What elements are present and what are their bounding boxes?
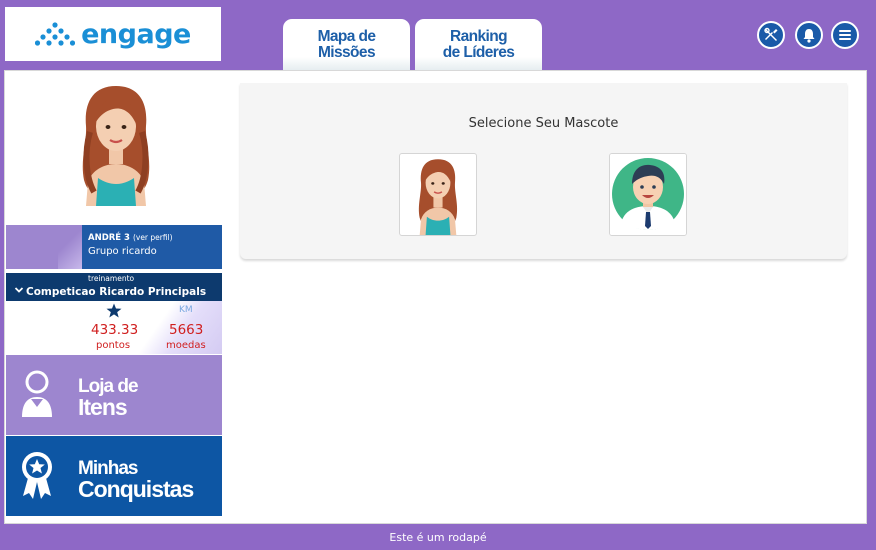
profile-name-line[interactable]: ANDRÉ 3 (ver perfil) [88, 233, 173, 243]
item-shop-button[interactable]: Loja de Itens [6, 355, 222, 435]
award-ribbon-icon [22, 452, 52, 499]
item-shop-label-2: Itens [78, 394, 128, 420]
competition-title: Competicao Ricardo Principals [26, 286, 207, 298]
profile-name: ANDRÉ 3 [88, 233, 130, 243]
male-mascot-option[interactable] [609, 153, 687, 236]
tab-leader-ranking-label: Ranking de Líderes [442, 28, 515, 61]
footer-text: Este é um rodapé [389, 531, 487, 544]
star-icon [106, 303, 122, 318]
tools-icon [764, 27, 778, 41]
notifications-button[interactable] [795, 21, 823, 49]
profile-band: ANDRÉ 3 (ver perfil) Grupo ricardo [6, 225, 222, 269]
male-mascot-icon [610, 154, 686, 235]
tools-button[interactable] [757, 21, 785, 49]
tab-missions-map[interactable]: Mapa de Missões [283, 19, 410, 71]
coins-value: 5663 [169, 322, 204, 338]
sidebar: ANDRÉ 3 (ver perfil) Grupo ricardo trein… [6, 72, 222, 518]
user-icon [22, 370, 52, 417]
points-label: pontos [96, 340, 131, 351]
tab-leader-ranking[interactable]: Ranking de Líderes [415, 19, 542, 71]
female-mascot-option[interactable] [399, 153, 477, 236]
competition-selector[interactable]: treinamento Competicao Ricardo Principal… [6, 273, 222, 301]
km-label: KM [179, 305, 193, 315]
logo-text: engage [81, 18, 191, 50]
view-profile-link[interactable]: (ver perfil) [133, 233, 173, 242]
menu-icon [839, 30, 851, 40]
stats-panel: KM 433.33 5663 pontos moedas [6, 301, 222, 354]
bell-icon [803, 28, 815, 43]
logo-dots-icon [35, 22, 76, 46]
competition-label: treinamento [88, 274, 135, 283]
female-avatar-icon[interactable] [64, 82, 168, 206]
chevron-down-icon [14, 287, 24, 293]
logo[interactable]: engage [5, 7, 221, 61]
mascot-selection-title: Selecione Seu Mascote [468, 116, 619, 131]
points-value: 433.33 [91, 322, 139, 338]
mascot-selection-panel: Selecione Seu Mascote [240, 83, 847, 259]
menu-button[interactable] [831, 21, 859, 49]
profile-group: Grupo ricardo [88, 246, 157, 257]
achievements-button[interactable]: Minhas Conquistas [6, 436, 222, 516]
achievements-label-2: Conquistas [78, 476, 194, 502]
tab-missions-map-label: Mapa de Missões [317, 28, 376, 61]
coins-label: moedas [166, 340, 206, 351]
avatar-area [6, 72, 222, 225]
female-mascot-icon [404, 154, 472, 235]
